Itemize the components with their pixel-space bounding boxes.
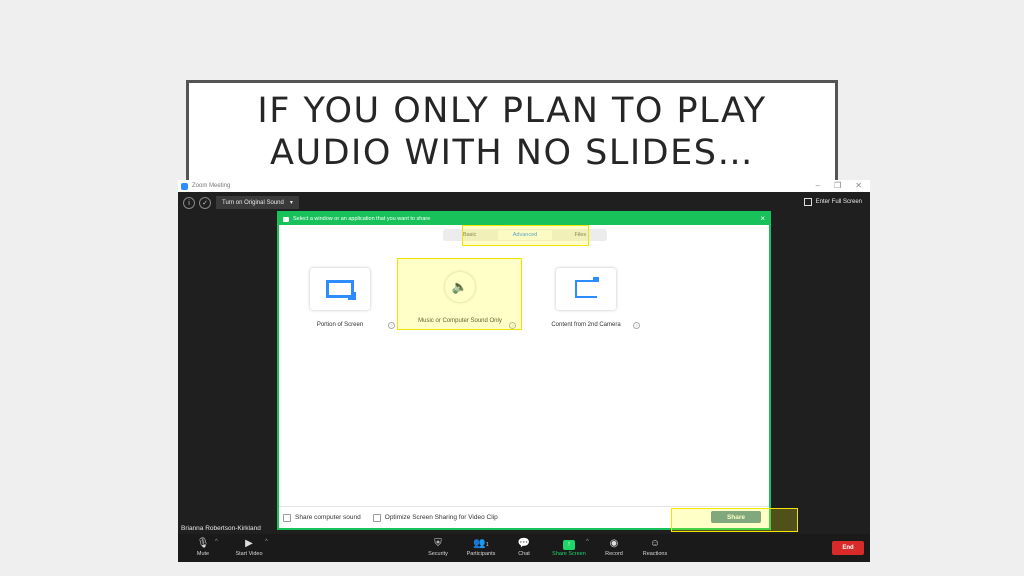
participants-count: 1 bbox=[485, 542, 489, 548]
record-icon: ◉ bbox=[609, 538, 619, 549]
share-screen-label: Share Screen bbox=[552, 551, 586, 557]
full-screen-icon bbox=[803, 198, 812, 206]
dialog-header-text: Select a window or an application that y… bbox=[293, 216, 431, 222]
start-video-label: Start Video bbox=[235, 551, 263, 557]
share-computer-sound-label: Share computer sound bbox=[295, 514, 361, 521]
reactions-label: Reactions bbox=[642, 551, 668, 557]
participants-label: Participants bbox=[466, 551, 496, 557]
optimize-video-label: Optimize Screen Sharing for Video Clip bbox=[384, 514, 498, 521]
slide-title-line-2: AUDIO WITH NO SLIDES… bbox=[270, 132, 754, 173]
option-card bbox=[310, 268, 370, 310]
checkbox-box bbox=[283, 513, 291, 522]
camera-icon bbox=[575, 277, 599, 298]
security-shield-icon: ⛨ bbox=[434, 538, 442, 549]
window-controls: – ❐ ✕ bbox=[816, 181, 862, 190]
original-sound-button[interactable]: Turn on Original Sound ▾ bbox=[216, 196, 299, 209]
slide-title-line-1: IF YOU ONLY PLAN TO PLAY bbox=[257, 90, 767, 131]
close-window-icon[interactable]: ✕ bbox=[855, 181, 862, 190]
record-button[interactable]: ◉ Record bbox=[591, 537, 637, 557]
participants-button[interactable]: 👥1 Participants bbox=[458, 537, 504, 557]
share-computer-sound-checkbox[interactable]: Share computer sound bbox=[283, 513, 361, 522]
share-screen-icon: ↑ bbox=[563, 540, 575, 550]
help-icon[interactable]: ? bbox=[388, 322, 395, 329]
mute-label: Mute bbox=[196, 551, 210, 557]
option-label: Content from 2nd Camera bbox=[551, 322, 621, 328]
zoom-meeting-window: Zoom Meeting – ❐ ✕ i ✓ Turn on Original … bbox=[178, 180, 870, 562]
window-titlebar: Zoom Meeting – ❐ ✕ bbox=[178, 180, 870, 192]
mute-options-chevron-icon[interactable]: ^ bbox=[215, 539, 218, 545]
original-sound-label: Turn on Original Sound bbox=[222, 199, 284, 206]
full-screen-label: Enter Full Screen bbox=[815, 199, 862, 205]
bottom-toolbar: 🎙 Mute ^ ▶ Start Video ^ ⛨ Security 👥1 P… bbox=[178, 534, 870, 562]
close-dialog-icon[interactable]: × bbox=[760, 214, 765, 223]
portion-of-screen-icon bbox=[326, 280, 356, 300]
share-button-highlight bbox=[671, 508, 798, 532]
reactions-icon: ☺ bbox=[649, 538, 661, 549]
help-icon[interactable]: ? bbox=[633, 322, 640, 329]
option-content-from-2nd-camera[interactable]: Content from 2nd Camera ? bbox=[531, 258, 641, 329]
share-screen-dialog: Select a window or an application that y… bbox=[277, 211, 771, 530]
security-button[interactable]: ⛨ Security bbox=[415, 537, 461, 557]
option-portion-of-screen[interactable]: Portion of Screen ? bbox=[285, 258, 395, 329]
slide-title-box: IF YOU ONLY PLAN TO PLAY AUDIO WITH NO S… bbox=[186, 80, 838, 180]
window-title: Zoom Meeting bbox=[192, 183, 231, 189]
security-label: Security bbox=[428, 551, 448, 557]
chat-icon: 💬 bbox=[517, 538, 531, 549]
mute-button[interactable]: 🎙 Mute bbox=[180, 537, 226, 557]
shield-icon[interactable]: ✓ bbox=[199, 197, 211, 209]
minimize-icon[interactable]: – bbox=[816, 181, 820, 190]
maximize-icon[interactable]: ❐ bbox=[834, 181, 841, 190]
chat-button[interactable]: 💬 Chat bbox=[501, 537, 547, 557]
checkbox-box bbox=[372, 513, 381, 522]
end-meeting-button[interactable]: End bbox=[832, 541, 864, 555]
microphone-icon: 🎙 bbox=[196, 538, 210, 549]
tabs-highlight bbox=[462, 225, 589, 246]
video-options-chevron-icon[interactable]: ^ bbox=[265, 539, 268, 545]
record-label: Record bbox=[605, 551, 623, 557]
zoom-app-icon bbox=[181, 182, 188, 190]
dialog-header: Select a window or an application that y… bbox=[279, 213, 769, 225]
enter-full-screen-button[interactable]: Enter Full Screen bbox=[803, 198, 862, 206]
share-icon bbox=[283, 216, 289, 222]
share-options-chevron-icon[interactable]: ^ bbox=[586, 539, 589, 545]
sound-option-highlight bbox=[397, 258, 522, 330]
optimize-video-checkbox[interactable]: Optimize Screen Sharing for Video Clip bbox=[372, 513, 498, 522]
option-card bbox=[556, 268, 616, 310]
option-label: Portion of Screen bbox=[316, 322, 364, 328]
chat-label: Chat bbox=[518, 551, 530, 557]
participant-name: Brianna Robertson-Kirkland bbox=[181, 525, 261, 532]
info-icon[interactable]: i bbox=[183, 197, 195, 209]
chevron-down-icon: ▾ bbox=[289, 200, 293, 206]
reactions-button[interactable]: ☺ Reactions bbox=[632, 537, 678, 557]
participants-icon: 👥1 bbox=[473, 538, 489, 549]
